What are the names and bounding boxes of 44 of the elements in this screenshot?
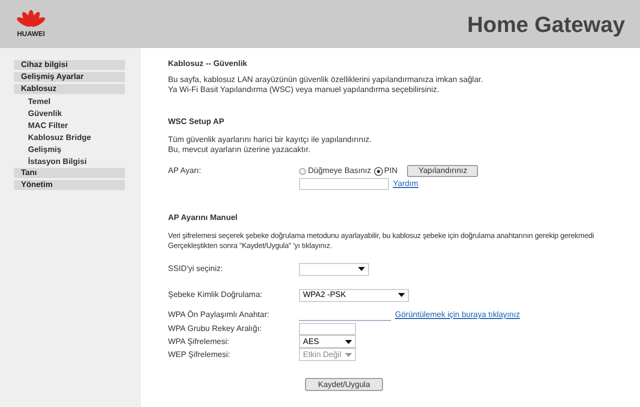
nav-item[interactable]: Temel (28, 96, 141, 108)
logo-icon (15, 10, 47, 30)
field-label: Şebeke Kimlik Doğrulama: (168, 290, 264, 300)
show-key-link[interactable]: Görüntülemek için buraya tıklayınız (395, 310, 520, 320)
caret-icon (398, 293, 405, 297)
header-title: Home Gateway (467, 10, 625, 39)
field-label: WPA Grubu Rekey Aralığı: (168, 324, 263, 334)
field-label: WPA Şifrelemesi: (168, 336, 230, 346)
nav-group[interactable]: Cihaz bilgisi (14, 60, 125, 70)
nav-group[interactable]: Gelişmiş Ayarlar (14, 72, 125, 82)
dropdown[interactable] (299, 262, 369, 276)
nav-item[interactable]: Kablosuz Bridge (28, 132, 141, 144)
dropdown[interactable]: AES (299, 335, 356, 348)
description-text: Tüm güvenlik ayarlarını harici bir kayıtçı ile yapılandırınız. (168, 135, 373, 145)
description-text: Bu, mevcut ayarların üzerine yazacaktır. (168, 145, 312, 155)
nav-item[interactable]: Güvenlik (28, 108, 141, 120)
caret-icon (345, 352, 352, 356)
nav-item[interactable]: İstasyon Bilgisi (28, 156, 141, 168)
section-heading: WSC Setup AP (168, 117, 226, 127)
input-field[interactable] (299, 322, 356, 334)
description-text: Ya Wi-Fi Basit Yapılandırma (WSC) veya manuel yapılandırma seçebilirsiniz. (168, 85, 440, 95)
field-label: SSID'yi seçiniz: (168, 264, 224, 274)
nav-group[interactable]: Kablosuz (14, 84, 125, 94)
field-label: AP Ayarı: (168, 166, 202, 176)
dropdown[interactable]: WPA2 -PSK (299, 288, 409, 302)
field-label: WPA Ön Paylaşımlı Anahtar: (168, 310, 270, 320)
description-text: Bu sayfa, kablosuz LAN arayüzünün güvenlik özelliklerini yapılandırmanıza imkan sağlar. (168, 75, 484, 85)
nav-item[interactable]: MAC Filter (28, 120, 141, 132)
dropdown[interactable]: Etkin Değil (299, 348, 356, 361)
section-heading: AP Ayarını Manuel (168, 213, 238, 223)
radio-label: PIN (384, 166, 398, 176)
save-button[interactable]: Kaydet/Uygula (305, 378, 384, 391)
help-link[interactable]: Yardım (393, 179, 418, 189)
caret-icon (358, 267, 365, 271)
field-label: WEP Şifrelemesi: (168, 350, 232, 360)
page-title: Kablosuz -- Güvenlik (168, 59, 248, 69)
nav-group[interactable]: Tanı (14, 168, 125, 178)
nav-item[interactable]: Gelişmiş (28, 144, 141, 156)
radio-button[interactable] (299, 168, 306, 174)
radio-label: Düğmeye Basınız (308, 166, 372, 176)
nav-group[interactable]: Yönetim (14, 180, 125, 190)
pin-field[interactable] (299, 178, 389, 190)
configure-button[interactable]: Yapılandırınız (407, 165, 478, 177)
caret-icon (345, 340, 352, 344)
